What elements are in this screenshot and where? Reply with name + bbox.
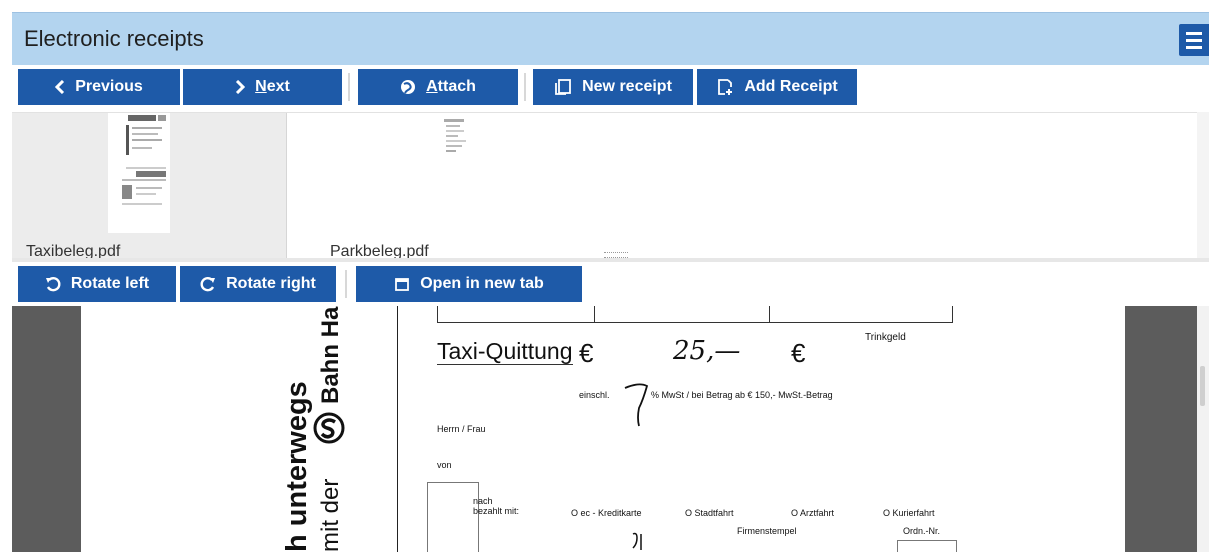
toolbar-divider (524, 73, 526, 101)
von-label: von (437, 460, 452, 470)
next-button[interactable]: Next (183, 69, 342, 105)
viewer-toolbar: Rotate left Rotate right Open in new tab (12, 262, 1209, 306)
rotate-right-icon (200, 276, 216, 292)
add-receipt-button[interactable]: Add Receipt (697, 69, 857, 105)
side-slogan: h unterwegs (281, 381, 313, 552)
previous-label: Previous (75, 78, 143, 95)
chevron-left-icon (55, 80, 65, 94)
scrollbar-thumb[interactable] (1200, 366, 1205, 406)
receipt-page: h unterwegs mit der Bahn Ha Trinkgeld Ta… (81, 306, 1125, 552)
tax-line: % MwSt / bei Betrag ab € 150,- MwSt.-Bet… (651, 390, 833, 400)
handwritten-mark (632, 532, 642, 550)
firmenstempel-label: Firmenstempel (737, 526, 797, 536)
add-receipt-label: Add Receipt (744, 78, 838, 95)
stamp-box (427, 482, 479, 552)
herrn-frau-label: Herrn / Frau (437, 424, 486, 434)
open-new-tab-label: Open in new tab (420, 275, 544, 292)
option-arztfahrt: O Arztfahrt (791, 508, 835, 518)
page-title: Electronic receipts (24, 26, 204, 51)
side-brand: Bahn Ha (317, 306, 344, 404)
bezahlt-mit-label: bezahlt mit: (473, 506, 520, 516)
rotate-left-button[interactable]: Rotate left (18, 266, 176, 302)
option-kurierfahrt: O Kurierfahrt (883, 508, 935, 518)
ordn-nr-label: Ordn.-Nr. (903, 526, 941, 536)
window-icon (394, 276, 410, 292)
side-slogan-2: mit der (317, 478, 344, 552)
splitter-grip-icon[interactable] (604, 252, 628, 258)
nach-label: nach (473, 496, 493, 506)
receipt-title: Taxi-Quittung (437, 338, 573, 364)
toolbar-divider (348, 73, 350, 101)
viewer-scrollbar[interactable] (1197, 306, 1209, 552)
s-bahn-logo-icon (313, 412, 345, 444)
rotate-left-icon (45, 276, 61, 292)
attach-button[interactable]: Attach (358, 69, 518, 105)
tax-prefix: einschl. (579, 390, 610, 400)
next-label: Next (255, 78, 290, 95)
chevron-right-icon (235, 80, 246, 94)
trinkgeld-label: Trinkgeld (865, 332, 906, 343)
currency-symbol: € (579, 338, 594, 368)
receipt-toolbar: Previous Next Attach New receipt Add Rec… (12, 65, 1209, 109)
globe-attach-icon (400, 79, 416, 95)
option-ec-card: O ec - Kreditkarte (571, 508, 642, 518)
open-new-tab-button[interactable]: Open in new tab (356, 266, 582, 302)
copy-document-icon (554, 79, 572, 95)
hamburger-menu-button[interactable] (1179, 24, 1209, 56)
handwritten-amount: 25,— (673, 336, 741, 366)
thumbnail-scrollbar[interactable] (1197, 112, 1209, 260)
rotate-right-label: Rotate right (226, 275, 316, 292)
receipt-thumbnail (108, 113, 170, 233)
currency-symbol-2: € (791, 338, 806, 368)
previous-button[interactable]: Previous (18, 69, 180, 105)
option-stadtfahrt: O Stadtfahrt (685, 508, 734, 518)
toolbar-divider (345, 270, 347, 298)
rotate-right-button[interactable]: Rotate right (180, 266, 336, 302)
handwritten-seven (624, 383, 649, 427)
add-document-icon (716, 78, 734, 96)
thumbnail-pane: Taxibeleg.pdf Parkbeleg.pdf (12, 112, 1197, 261)
receipt-border (397, 306, 398, 552)
thumbnail-item-selected[interactable]: Taxibeleg.pdf (12, 113, 287, 261)
menu-icon (1186, 31, 1202, 35)
attach-label: Attach (426, 78, 476, 95)
amount-table (437, 306, 953, 323)
app-header: Electronic receipts (12, 12, 1209, 65)
top-strip (0, 0, 1209, 12)
receipt-thumbnail-2[interactable] (442, 117, 470, 157)
new-receipt-button[interactable]: New receipt (533, 69, 693, 105)
document-viewer[interactable]: h unterwegs mit der Bahn Ha Trinkgeld Ta… (12, 306, 1197, 552)
rotate-left-label: Rotate left (70, 275, 150, 292)
new-receipt-label: New receipt (582, 78, 672, 95)
